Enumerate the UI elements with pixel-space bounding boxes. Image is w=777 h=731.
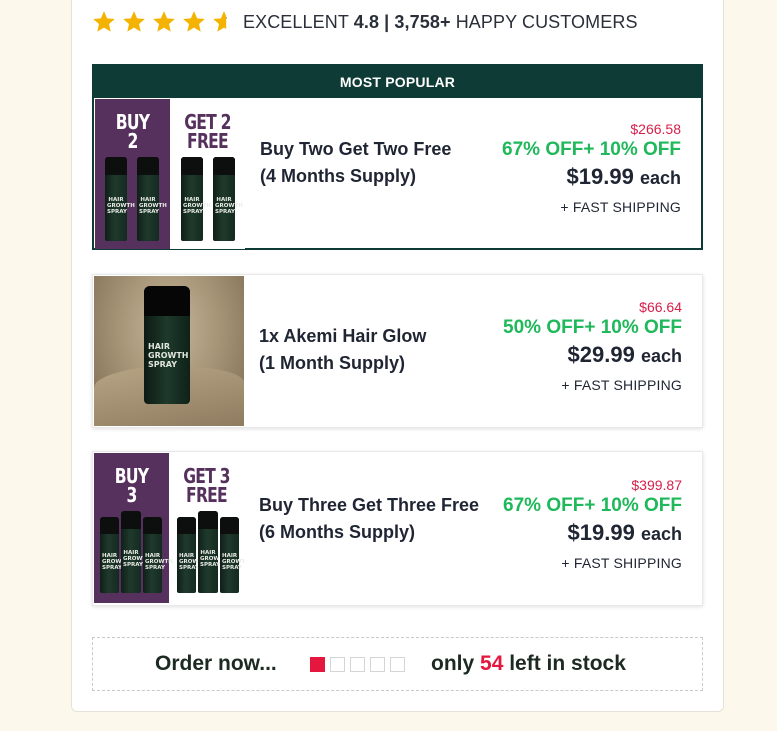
sale-price: $19.99 each [567, 520, 682, 545]
rating-row: EXCELLENT 4.8 | 3,758+ HAPPY CUSTOMERS [91, 8, 638, 36]
bundle-buy-label: BUY 3 [114, 464, 149, 507]
bundle-image-buy3-get3: BUY 3 GET 3 FREE HAIR GROWTH SPRAY HAIR GR… [94, 453, 244, 603]
stock-meter-segment [310, 657, 325, 672]
bundle-buy-label: BUY 2 [115, 110, 150, 153]
rating-separator: | [384, 11, 390, 32]
stock-meter-segment [390, 657, 405, 672]
offer-option-single[interactable]: HAIR GROWTH SPRAY 1x Akemi Hair Glow (1 … [92, 274, 703, 428]
star-icon [93, 11, 115, 32]
shipping-note: + FAST SHIPPING [561, 377, 682, 393]
bundle-image-buy2-get2: BUY 2 GET 2 FREE HAIR GROWTH SPRAY HAIR GR… [95, 99, 245, 249]
offer-option-buy2-get2[interactable]: MOST POPULAR BUY 2 GET 2 FREE HAIR GROWTH … [92, 64, 703, 250]
offer-title: Buy Two Get Two Free (4 Months Supply) [260, 139, 452, 186]
most-popular-ribbon: MOST POPULAR [94, 66, 701, 98]
star-icon [153, 11, 175, 32]
rating-label: EXCELLENT [243, 11, 349, 32]
customers-count: 3,758+ [394, 11, 451, 32]
offer-title: 1x Akemi Hair Glow (1 Month Supply) [259, 326, 427, 373]
order-now-text: Order now... [155, 652, 277, 675]
original-price: $66.64 [639, 299, 682, 315]
offer-pricing: $66.64 50% OFF+ 10% OFF $29.99 each + FA… [503, 298, 682, 399]
offer-option-buy3-get3[interactable]: BUY 3 GET 3 FREE HAIR GROWTH SPRAY HAIR GR… [92, 451, 703, 606]
rating-summary: EXCELLENT 4.8 | 3,758+ HAPPY CUSTOMERS [243, 12, 638, 33]
stock-count: 54 [480, 652, 504, 675]
discount-text: 67% OFF+ 10% OFF [503, 495, 682, 516]
stock-meter-segment [370, 657, 385, 672]
half-star-icon [213, 11, 228, 32]
original-price: $399.87 [631, 477, 682, 493]
star-rating [91, 9, 237, 35]
bundle-free-label: GET 2 FREE [184, 110, 231, 153]
discount-text: 50% OFF+ 10% OFF [503, 317, 682, 338]
stock-meter [310, 657, 410, 672]
offer-title: Buy Three Get Three Free (6 Months Suppl… [259, 495, 480, 542]
shipping-note: + FAST SHIPPING [560, 199, 681, 215]
product-photo: HAIR GROWTH SPRAY [94, 276, 244, 426]
offer-pricing: $399.87 67% OFF+ 10% OFF $19.99 each + F… [503, 476, 682, 577]
stock-meter-segment [330, 657, 345, 672]
discount-text: 67% OFF+ 10% OFF [502, 139, 681, 160]
rating-score: 4.8 [353, 11, 380, 32]
star-icon [123, 11, 145, 32]
star-icon [183, 11, 205, 32]
offer-pricing: $266.58 67% OFF+ 10% OFF $19.99 each + F… [502, 120, 681, 221]
stock-meter-segment [350, 657, 365, 672]
sale-price: $29.99 each [567, 342, 682, 367]
sale-price: $19.99 each [566, 164, 681, 189]
original-price: $266.58 [630, 121, 681, 137]
bundle-free-label: GET 3 FREE [183, 464, 230, 507]
shipping-note: + FAST SHIPPING [561, 555, 682, 571]
stock-count-text: only 54 left in stock [431, 652, 626, 675]
customers-label: HAPPY CUSTOMERS [455, 11, 638, 32]
stock-indicator: Order now... only 54 left in stock [92, 637, 703, 691]
